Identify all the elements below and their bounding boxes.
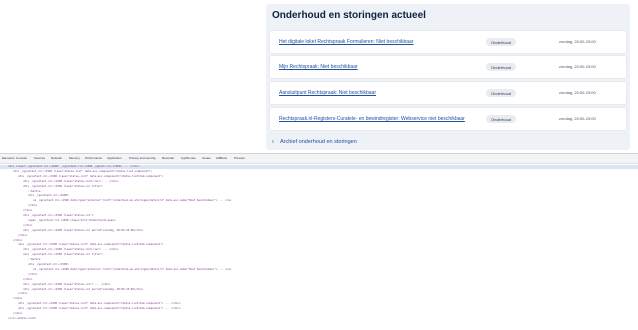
dom-node-line[interactable]: <a _ngcontent-rni-c1500 data-type="exter… [0,268,231,272]
status-card: Rechtspraak.nl-Registers-Curatele- en be… [270,108,626,130]
status-date: zondag, 20:00-23:00 [559,64,596,69]
dom-node-line[interactable]: <div _ngcontent-rni-c1500> [0,194,69,198]
status-badge: Onderhoud [486,89,517,97]
archive-label: Archief onderhoud en storingen [280,139,357,145]
dom-node-line[interactable]: <div _ngcontent-rni-c1500 class="status-… [0,170,152,174]
tab-elements[interactable]: Elements [2,156,15,160]
dom-node-line[interactable]: <div _ngcontent-rni-c1500> [0,263,69,267]
chevron-right-icon: › [272,139,274,145]
dom-node-line[interactable]: <div _ngcontent-rni-c1500 class="status-… [0,248,118,252]
dom-node-line[interactable]: ::before [0,258,41,262]
dom-node-line[interactable]: </div> [0,292,27,296]
tab-network[interactable]: Network [51,156,62,160]
dom-node-line[interactable]: </div> [0,297,22,301]
tab-lighthouse[interactable]: Lighthouse [181,156,196,160]
tab-preview[interactable]: Preview [234,156,245,160]
dom-node-line[interactable]: <a _ngcontent-rni-c1500 data-type="exter… [0,199,231,203]
status-link[interactable]: Aansluitpunt Rechtspraak: Niet beschikba… [279,90,376,96]
tab-performance[interactable]: Performance [85,156,102,160]
dom-node-line[interactable]: </div> [0,234,27,238]
page-content: Onderhoud en storingen actueel Het digit… [0,0,638,153]
tab-application[interactable]: Application [107,156,122,160]
status-card: Het digitale loket Rechtspraak Formulier… [270,31,626,53]
dom-node-line[interactable]: <div _ngcontent-rni-c1500 class="status-… [0,229,143,233]
dom-node-line[interactable]: </div> [0,273,37,277]
dom-node-line[interactable]: <div _ngcontent-rni-c1500 class="status-… [0,288,143,292]
dom-node-line[interactable]: </div> [0,278,32,282]
dom-node-line[interactable]: </div> [0,204,37,208]
devtools-panel: Elements Console Sources Network Memory … [0,153,638,330]
status-card: Aansluitpunt Rechtspraak: Niet beschikba… [270,82,626,104]
status-date: zondag, 20:00-23:00 [559,39,596,44]
dom-node-line[interactable]: </div> [0,312,22,316]
dom-node-line[interactable]: <span _ngcontent-rni-c1500 class="pill">… [0,219,115,223]
status-date: zondag, 20:00-23:00 [559,90,596,95]
dom-node-line[interactable]: <div _ngcontent-rni-c1500 class="status-… [0,302,180,306]
status-card: Mijn Rechtspraak: Niet beschikbaar Onder… [270,56,626,78]
tab-sources[interactable]: Sources [34,156,45,160]
dom-node-line[interactable]: <div _ngcontent-rni-c1500 class="status-… [0,283,110,287]
dom-node-line[interactable]: <div _ngcontent-rni-c1500 class="status-… [0,307,180,311]
dom-node-line[interactable]: <div _ngcontent-rni-c1500 class="status-… [0,185,103,189]
status-badge: Onderhoud [486,115,517,123]
dom-node-line[interactable]: </rni-status-list> [0,317,36,321]
tab-memory[interactable]: Memory [69,156,80,160]
tab-console[interactable]: Console [16,156,27,160]
dom-node-line[interactable]: </div> [0,209,32,213]
status-link[interactable]: Mijn Rechtspraak: Niet beschikbaar [279,64,358,70]
dom-node-line[interactable]: <div _ngcontent-rni-c1500 class="status-… [0,253,103,257]
status-badge: Onderhoud [486,38,517,46]
tab-recorder[interactable]: Recorder [162,156,174,160]
elements-tree: <div class="_ngcontent-rni-c1500" _ngcon… [0,165,638,329]
dom-node-line[interactable]: <div _ngcontent-rni-c1500 class="status-… [0,180,118,184]
dom-node-line[interactable]: </div> [0,239,22,243]
dom-node-line[interactable]: <div _ngcontent-rni-c1500 class="status-… [0,243,163,247]
devtools-tab-bar: Elements Console Sources Network Memory … [0,154,638,164]
dom-node-line[interactable]: </div> [0,224,32,228]
page-title: Onderhoud en storingen actueel [272,10,426,21]
archive-link[interactable]: › Archief onderhoud en storingen [272,139,357,145]
maintenance-panel: Onderhoud en storingen actueel Het digit… [266,4,630,150]
status-date: zondag, 20:00-23:00 [559,116,596,121]
status-badge: Onderhoud [486,63,517,71]
tab-issues[interactable]: Issues [202,156,211,160]
dom-node-line[interactable]: <div _ngcontent-rni-c1500 class="status-… [0,214,93,218]
dom-node-line[interactable]: <div class="_ngcontent-rni-c1500" _ngcon… [0,165,638,169]
status-link[interactable]: Het digitale loket Rechtspraak Formulier… [279,39,414,45]
dom-node-line[interactable]: <div _ngcontent-rni-c1500 class="status-… [0,175,163,179]
dom-node-line[interactable]: ::before [0,190,41,194]
tab-privacy[interactable]: Privacy and security [129,156,156,160]
status-link[interactable]: Rechtspraak.nl-Registers-Curatele- en be… [279,116,465,122]
tab-adblock[interactable]: AdBlock [216,156,227,160]
